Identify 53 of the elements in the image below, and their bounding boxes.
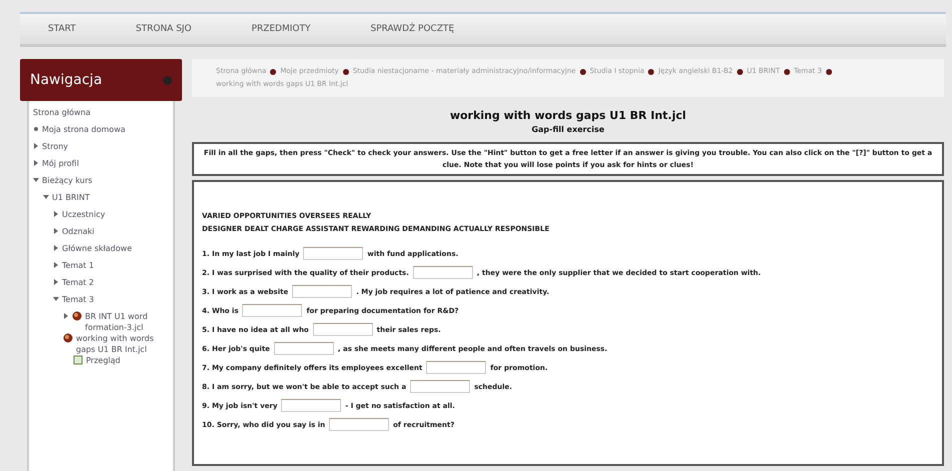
tree-item[interactable]: Moja strona domowa	[42, 124, 126, 135]
collapsed-arrow-icon[interactable]	[53, 211, 59, 217]
activity-icon	[72, 311, 82, 321]
separator-dot-icon	[784, 68, 790, 74]
collapsed-arrow-icon[interactable]	[33, 160, 39, 166]
activity-icon	[63, 333, 73, 343]
separator-dot-icon	[648, 68, 654, 74]
gap-field[interactable]	[312, 323, 373, 336]
block-title: Nawigacja	[30, 72, 102, 88]
bullet-icon	[33, 126, 39, 132]
separator-dot-icon	[826, 68, 832, 74]
tree-item[interactable]: Przegląd	[86, 355, 120, 366]
separator-dot-icon	[736, 68, 743, 74]
tree-item[interactable]: Temat 2	[62, 277, 94, 288]
gap-field[interactable]	[410, 380, 470, 393]
gap-field[interactable]	[303, 247, 364, 260]
collapsed-arrow-icon[interactable]	[63, 313, 69, 319]
gap-field[interactable]	[412, 266, 473, 279]
tree-item[interactable]: Główne składowe	[62, 243, 132, 254]
nav-link[interactable]: STRONA SJO	[136, 24, 192, 34]
separator-dot-icon	[580, 68, 586, 74]
separator-dot-icon	[342, 68, 349, 74]
tree-item[interactable]: Strony	[42, 141, 68, 152]
collapsed-arrow-icon[interactable]	[53, 245, 59, 251]
tree-item[interactable]: Mój profil	[42, 158, 79, 169]
collapsed-arrow-icon[interactable]	[53, 228, 59, 234]
gap-field[interactable]	[274, 342, 334, 355]
expanded-arrow-icon[interactable]	[33, 177, 39, 183]
expanded-arrow-icon[interactable]	[53, 296, 59, 302]
nav-link[interactable]: START	[48, 24, 76, 34]
tree-item[interactable]: Bieżący kurs	[42, 175, 92, 186]
expanded-arrow-icon[interactable]	[43, 194, 49, 200]
tree-item[interactable]: Temat 1	[62, 260, 94, 271]
page-icon	[73, 355, 83, 365]
collapsed-arrow-icon[interactable]	[53, 262, 59, 268]
collapsed-arrow-icon[interactable]	[33, 143, 39, 149]
tree-item[interactable]: working with words gaps U1 BR Int.jcl	[76, 333, 169, 355]
gap-field[interactable]	[329, 418, 390, 431]
tree-item[interactable]: Strona główna	[33, 107, 90, 118]
tree-item[interactable]: Temat 3	[62, 294, 94, 305]
gap-field[interactable]	[426, 361, 486, 374]
separator-dot-icon	[270, 68, 276, 74]
exercise-subtitle: Gap-fill exercise	[530, 125, 606, 134]
exercise-title: working with words gaps U1 BR Int.jcl	[448, 109, 688, 122]
collapsed-arrow-icon[interactable]	[53, 279, 59, 285]
gap-field[interactable]	[242, 304, 302, 317]
tree-item[interactable]: Odznaki	[62, 226, 94, 237]
gap-field[interactable]	[292, 285, 352, 298]
tree-item[interactable]: Uczestnicy	[62, 209, 106, 220]
nav-link[interactable]: SPRAWDŹ POCZTĘ	[370, 24, 454, 34]
gap-field[interactable]	[281, 399, 342, 412]
tree-item[interactable]: U1 BRINT	[52, 192, 90, 203]
nav-link[interactable]: PRZEDMIOTY	[252, 24, 310, 34]
